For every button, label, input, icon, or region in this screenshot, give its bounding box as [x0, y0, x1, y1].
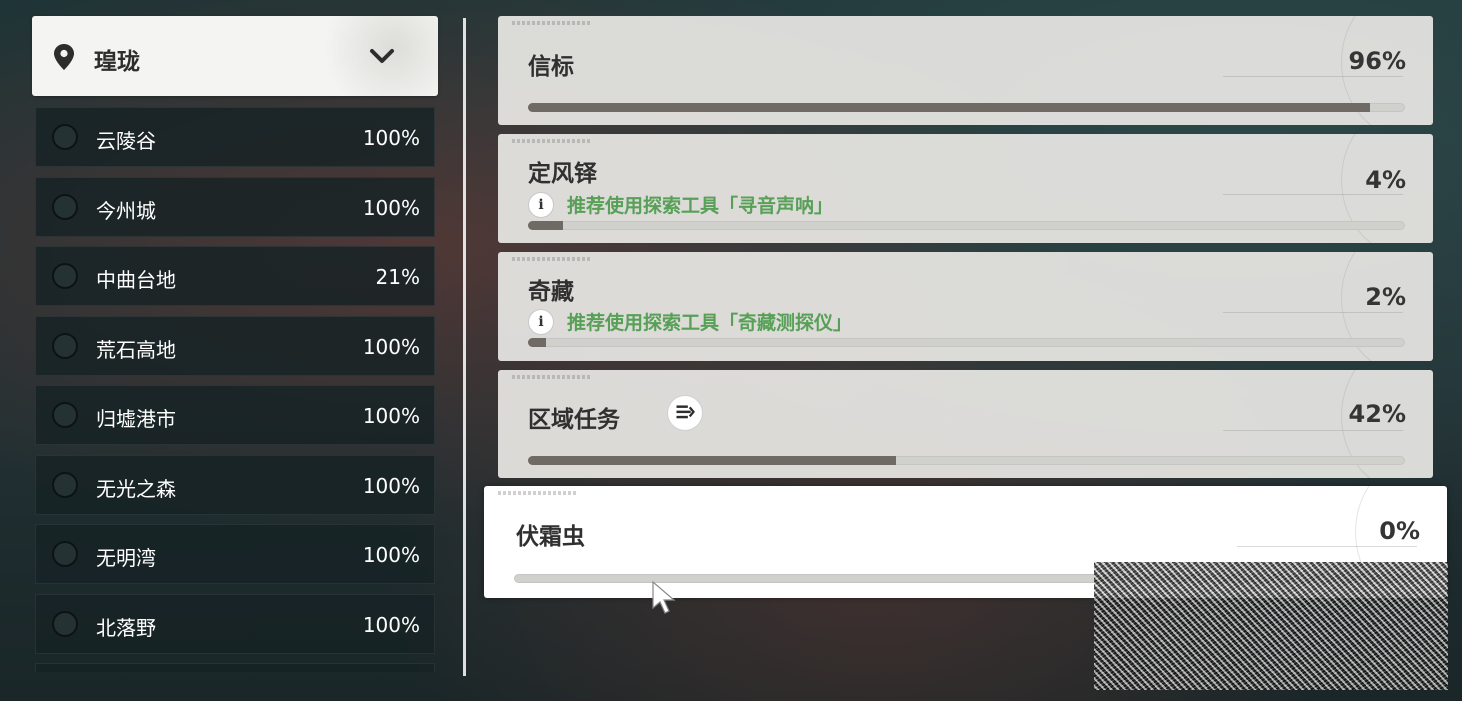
subregion-name: 北落野: [96, 616, 156, 640]
subregion-item[interactable]: 中曲台地 21%: [35, 246, 435, 306]
subregion-item[interactable]: 云陵谷 100%: [35, 107, 435, 167]
subregion-name: 归墟港市: [96, 407, 176, 431]
category-title: 区域任务: [528, 407, 620, 433]
category-card-treasure[interactable]: 奇藏 2% i 推荐使用探索工具「奇藏测探仪」: [498, 252, 1433, 361]
category-title: 信标: [528, 54, 574, 80]
info-icon[interactable]: i: [528, 308, 554, 335]
radio-button[interactable]: [52, 124, 78, 150]
radio-button[interactable]: [52, 472, 78, 498]
category-title: 奇藏: [528, 279, 574, 305]
category-card-wind-bell[interactable]: 定风铎 4% i 推荐使用探索工具「寻音声呐」: [498, 134, 1433, 243]
subregion-percent: 100%: [362, 196, 420, 220]
subregion-item[interactable]: 今州城 100%: [35, 177, 435, 237]
progress-fill: [528, 221, 564, 230]
subregion-percent: 21%: [375, 265, 420, 289]
subregion-name: 无明湾: [96, 546, 156, 570]
subregion-name: 云陵谷: [96, 129, 156, 153]
subregion-percent: 100%: [362, 335, 420, 359]
radio-button[interactable]: [52, 263, 78, 289]
card-decoration: [512, 375, 592, 379]
progress-bar: [528, 103, 1405, 112]
category-percent: 4%: [1365, 166, 1406, 194]
radio-button[interactable]: [52, 333, 78, 359]
header-decoration: [288, 16, 438, 96]
watermark-noise: [1094, 562, 1448, 690]
progress-bar: [528, 221, 1405, 230]
info-icon[interactable]: i: [528, 191, 554, 218]
card-decoration: [512, 21, 592, 25]
subregion-name: 今州城: [96, 199, 156, 223]
subregion-name: 无光之森: [96, 477, 176, 501]
scrollbar[interactable]: [463, 18, 466, 676]
location-pin-icon: [54, 44, 74, 70]
progress-fill: [528, 456, 897, 465]
category-percent: 96%: [1348, 47, 1406, 75]
progress-fill: [528, 338, 546, 347]
progress-bar: [528, 338, 1405, 347]
progress-fill: [528, 103, 1370, 112]
radio-button[interactable]: [52, 194, 78, 220]
tool-hint: i 推荐使用探索工具「奇藏测探仪」: [528, 308, 852, 335]
radio-button[interactable]: [52, 402, 78, 428]
radio-button[interactable]: [52, 541, 78, 567]
subregion-item[interactable]: 归墟港市 100%: [35, 385, 435, 445]
subregion-percent: 100%: [362, 474, 420, 498]
radio-button[interactable]: [52, 611, 78, 637]
category-title: 伏霜虫: [516, 524, 585, 550]
hint-text: 推荐使用探索工具「寻音声呐」: [567, 195, 834, 217]
hint-text: 推荐使用探索工具「奇藏测探仪」: [567, 312, 853, 334]
card-decoration: [1223, 312, 1403, 313]
category-percent: 0%: [1379, 517, 1420, 545]
card-decoration: [1223, 76, 1403, 77]
subregion-list[interactable]: 云陵谷 100% 今州城 100% 中曲台地 21% 荒石高地 100% 归墟港…: [35, 107, 437, 672]
category-percent: 42%: [1348, 400, 1406, 428]
tool-hint: i 推荐使用探索工具「寻音声呐」: [528, 191, 833, 218]
quest-list-icon[interactable]: [667, 395, 703, 431]
subregion-name: 荒石高地: [96, 338, 176, 362]
card-decoration: [512, 257, 592, 261]
chevron-down-icon[interactable]: [368, 46, 396, 66]
subregion-item[interactable]: 荒石高地 100%: [35, 316, 435, 376]
subregion-item-partial[interactable]: [35, 663, 435, 672]
subregion-item[interactable]: 无明湾 100%: [35, 524, 435, 584]
category-card-beacon[interactable]: 信标 96%: [498, 16, 1433, 125]
category-percent: 2%: [1365, 283, 1406, 311]
mouse-cursor-icon: [652, 580, 676, 614]
card-decoration: [498, 491, 578, 495]
subregion-name: 中曲台地: [96, 268, 176, 292]
subregion-percent: 100%: [362, 126, 420, 150]
card-decoration: [1237, 546, 1417, 547]
region-name: 瑝珑: [94, 49, 140, 75]
category-title: 定风铎: [528, 161, 597, 187]
subregion-percent: 100%: [362, 404, 420, 428]
card-decoration: [512, 139, 592, 143]
subregion-percent: 100%: [362, 543, 420, 567]
subregion-item[interactable]: 无光之森 100%: [35, 455, 435, 515]
card-decoration: [1223, 430, 1403, 431]
progress-bar: [528, 456, 1405, 465]
card-decoration: [1223, 194, 1403, 195]
region-dropdown[interactable]: 瑝珑: [32, 16, 438, 96]
category-card-region-quests[interactable]: 区域任务 42%: [498, 370, 1433, 478]
subregion-item[interactable]: 北落野 100%: [35, 594, 435, 654]
subregion-percent: 100%: [362, 613, 420, 637]
